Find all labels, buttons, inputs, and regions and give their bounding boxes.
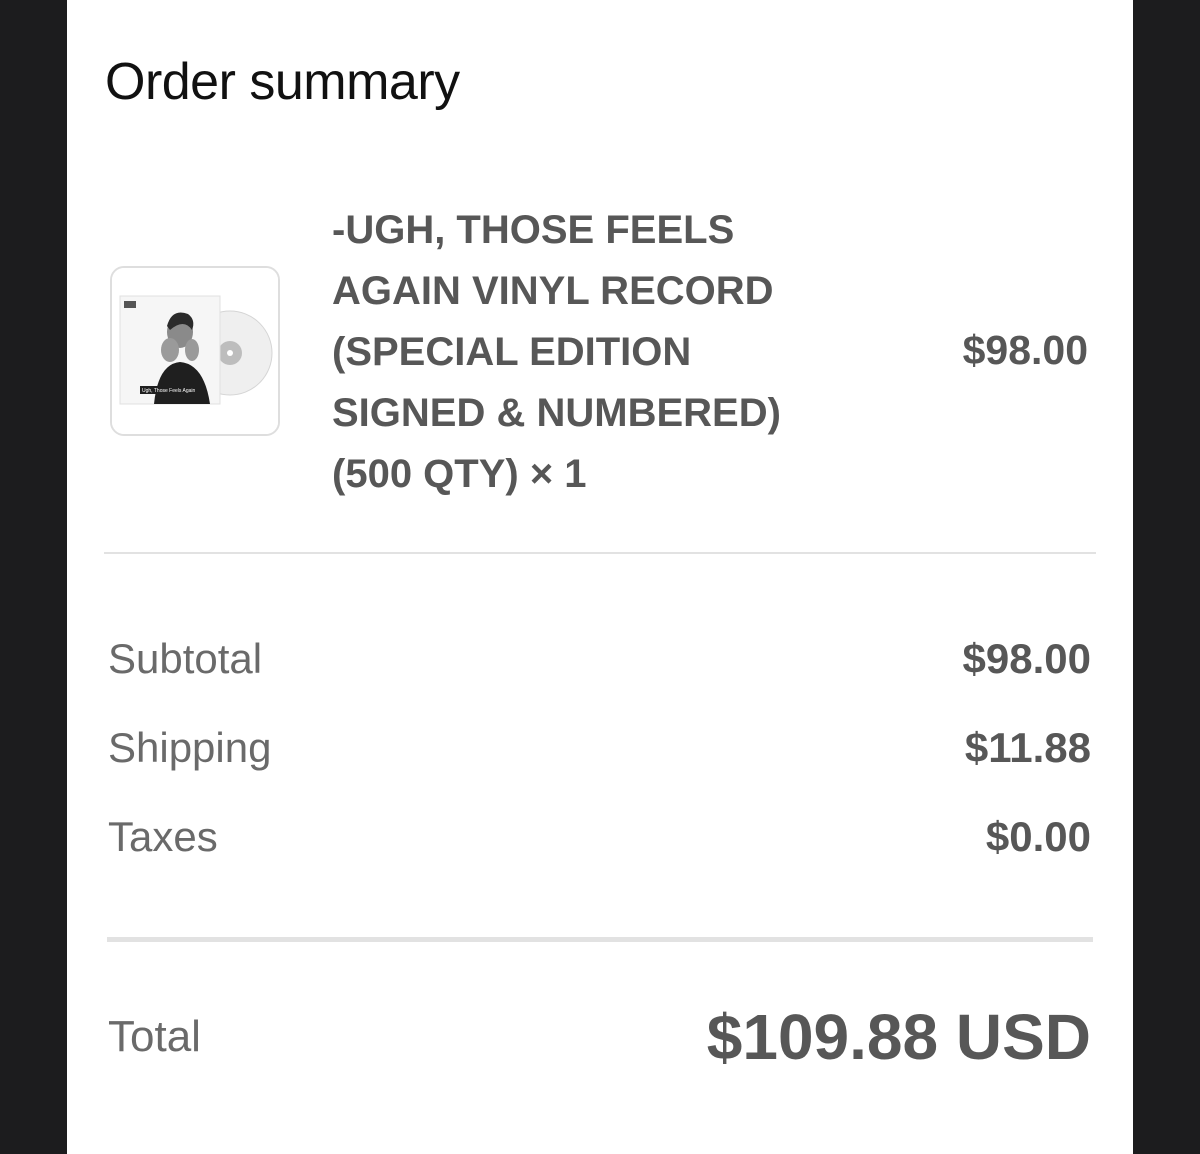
album-cover-image: Ugh, Those Feels Again — [112, 268, 278, 434]
total-label: Total — [108, 1012, 201, 1061]
product-thumbnail: Ugh, Those Feels Again — [110, 266, 280, 436]
order-summary-panel: Order summary Ugh, Those Feels Again -UG… — [67, 0, 1133, 1154]
product-name: -UGH, THOSE FEELS AGAIN VINYL RECORD (SP… — [332, 208, 781, 496]
subtotal-label: Subtotal — [108, 635, 263, 682]
shipping-label: Shipping — [108, 724, 272, 771]
order-summary-title: Order summary — [105, 53, 460, 111]
divider — [104, 552, 1096, 554]
total-value: $109.88 USD — [706, 1001, 1091, 1073]
product-price: $98.00 — [962, 327, 1088, 373]
shipping-value: $11.88 — [964, 724, 1091, 771]
divider — [107, 937, 1093, 942]
album-cover-caption: Ugh, Those Feels Again — [142, 388, 195, 394]
subtotal-value: $98.00 — [962, 635, 1091, 682]
taxes-label: Taxes — [108, 813, 218, 860]
taxes-value: $0.00 — [985, 813, 1091, 860]
